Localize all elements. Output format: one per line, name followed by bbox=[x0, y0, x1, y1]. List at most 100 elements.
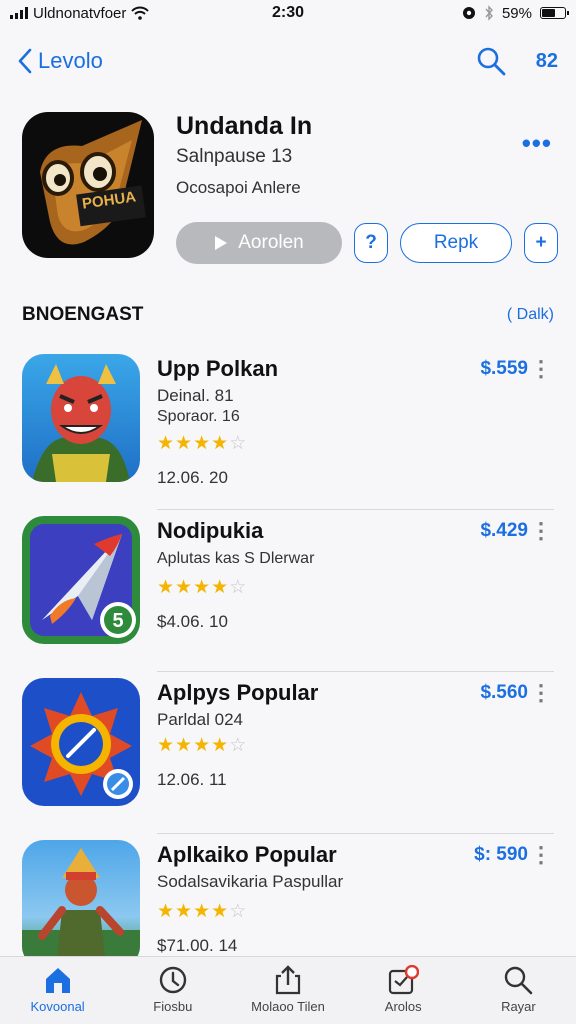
tab-label: Kovoonal bbox=[30, 999, 85, 1014]
star-icon: ★ bbox=[157, 577, 176, 598]
price-button[interactable]: $.429 bbox=[480, 520, 528, 542]
play-button[interactable]: Aorolen bbox=[176, 222, 342, 264]
svg-text:5: 5 bbox=[112, 610, 123, 632]
app-title: Undanda In bbox=[176, 112, 313, 140]
battery-icon bbox=[540, 7, 569, 19]
star-icon: ★ bbox=[211, 433, 230, 454]
app-list: Upp Polkan Deinal. 81 Sporaor. 16 ★★★★☆ … bbox=[0, 348, 576, 996]
vertical-dots-icon[interactable]: ⋮ bbox=[530, 680, 552, 706]
tab-label: Fiosbu bbox=[153, 999, 193, 1014]
owl-logo-icon bbox=[40, 120, 146, 245]
app-meta: Sodalsavikaria Paspullar bbox=[157, 872, 344, 891]
add-button[interactable]: + bbox=[524, 223, 558, 263]
section-header: BNOENGAST ( Dalk) bbox=[22, 300, 554, 330]
back-label: Levolo bbox=[38, 48, 103, 73]
tab-calendar[interactable]: Arolos bbox=[346, 957, 461, 1024]
nav-actions: 82 bbox=[476, 46, 558, 76]
tab-bar: Kovoonal Fiosbu Molaoo Tilen Arolos Raya… bbox=[0, 956, 576, 1024]
compass-sun-icon bbox=[22, 678, 140, 806]
star-icon: ☆ bbox=[229, 901, 248, 922]
home-icon bbox=[45, 968, 70, 993]
warrior-character-icon bbox=[22, 840, 140, 968]
tab-label: Molaoo Tilen bbox=[251, 999, 325, 1014]
nav-bar: Levolo 82 bbox=[0, 34, 576, 88]
app-name: Aplpys Popular bbox=[157, 680, 319, 705]
star-icon: ★ bbox=[193, 577, 212, 598]
app-date: 12.06. 11 bbox=[157, 770, 227, 789]
app-category: Aplutas kas S Dlerwar bbox=[157, 550, 315, 567]
search-icon[interactable] bbox=[476, 46, 506, 76]
compass-icon bbox=[159, 966, 186, 994]
play-label: Aorolen bbox=[238, 232, 304, 253]
star-icon: ★ bbox=[157, 901, 176, 922]
section-see-all-link[interactable]: ( Dalk) bbox=[507, 306, 554, 324]
app-name: Upp Polkan bbox=[157, 356, 279, 381]
price-button[interactable]: $.560 bbox=[480, 682, 528, 704]
status-left: Uldnonatvfoer bbox=[10, 5, 230, 22]
star-icon: ★ bbox=[193, 735, 212, 756]
wifi-icon bbox=[131, 6, 150, 20]
tab-label: Rayar bbox=[501, 999, 536, 1014]
tab-browse[interactable]: Fiosbu bbox=[115, 957, 230, 1024]
app-meta: Deinal. 81 bbox=[157, 386, 234, 405]
search-icon bbox=[505, 966, 533, 995]
star-icon: ★ bbox=[175, 433, 194, 454]
list-item[interactable]: Upp Polkan Deinal. 81 Sporaor. 16 ★★★★☆ … bbox=[0, 348, 576, 510]
chevron-left-icon bbox=[18, 48, 32, 74]
app-name: Nodipukia bbox=[157, 518, 264, 543]
tab-share[interactable]: Molaoo Tilen bbox=[230, 957, 345, 1024]
signal-icon bbox=[10, 7, 28, 19]
app-name: Aplkaiko Popular bbox=[157, 842, 337, 867]
list-item[interactable]: 5 Nodipukia Aplutas kas S Dlerwar ★★★★☆ … bbox=[0, 510, 576, 672]
vertical-dots-icon[interactable]: ⋮ bbox=[530, 518, 552, 544]
star-icon: ☆ bbox=[229, 577, 248, 598]
star-icon: ★ bbox=[211, 901, 230, 922]
app-header: POHUA Undanda In Salnpause 13 Ocosapoi A… bbox=[22, 112, 558, 272]
app-meta: Parldal 024 bbox=[157, 710, 244, 729]
bluetooth-icon bbox=[485, 5, 493, 21]
back-button[interactable]: Levolo bbox=[18, 48, 103, 74]
calendar-icon bbox=[389, 965, 420, 995]
app-subtitle: Salnpause 13 bbox=[176, 146, 293, 167]
app-developer: Ocosapoi Anlere bbox=[176, 178, 301, 197]
star-icon: ★ bbox=[193, 433, 212, 454]
price-button[interactable]: $: 590 bbox=[474, 844, 528, 866]
battery-percent: 59% bbox=[501, 4, 532, 22]
battery-level bbox=[542, 9, 555, 17]
section-title: BNOENGAST bbox=[22, 304, 144, 325]
tab-home[interactable]: Kovoonal bbox=[0, 957, 115, 1024]
app-date: 12.06. 20 bbox=[157, 468, 228, 487]
star-icon: ★ bbox=[211, 735, 230, 756]
share-icon bbox=[275, 965, 301, 995]
nav-count[interactable]: 82 bbox=[536, 50, 558, 73]
app-action-row: Aorolen ? Repk + bbox=[176, 222, 558, 264]
star-icon: ★ bbox=[175, 577, 194, 598]
app-date: $71.00. 14 bbox=[157, 936, 238, 955]
carrier-label: Uldnonatvfoer bbox=[33, 4, 127, 22]
star-rating: ★★★★☆ bbox=[157, 900, 247, 923]
app-date: $4.06. 10 bbox=[157, 612, 228, 631]
star-rating: ★★★★☆ bbox=[157, 734, 247, 757]
star-icon: ★ bbox=[175, 901, 194, 922]
info-button[interactable]: ? bbox=[354, 223, 388, 263]
tab-search[interactable]: Rayar bbox=[461, 957, 576, 1024]
star-rating: ★★★★☆ bbox=[157, 432, 247, 455]
rate-button[interactable]: Repk bbox=[400, 223, 512, 263]
star-icon: ☆ bbox=[229, 433, 248, 454]
app-icon: POHUA bbox=[22, 112, 154, 258]
play-icon bbox=[215, 236, 228, 250]
red-mask-character-icon bbox=[22, 354, 140, 482]
list-item[interactable]: Aplpys Popular Parldal 024 ★★★★☆ 12.06. … bbox=[0, 672, 576, 834]
star-icon: ★ bbox=[157, 433, 176, 454]
star-icon: ☆ bbox=[229, 735, 248, 756]
more-options-button[interactable]: ••• bbox=[522, 128, 552, 159]
price-button[interactable]: $.559 bbox=[480, 358, 528, 380]
vertical-dots-icon[interactable]: ⋮ bbox=[530, 842, 552, 868]
star-icon: ★ bbox=[157, 735, 176, 756]
star-rating: ★★★★☆ bbox=[157, 576, 247, 599]
app-category: Sporaor. 16 bbox=[157, 408, 240, 425]
paper-plane-icon: 5 bbox=[22, 516, 140, 644]
vertical-dots-icon[interactable]: ⋮ bbox=[530, 356, 552, 382]
star-icon: ★ bbox=[193, 901, 212, 922]
status-right: 59% bbox=[462, 4, 569, 22]
